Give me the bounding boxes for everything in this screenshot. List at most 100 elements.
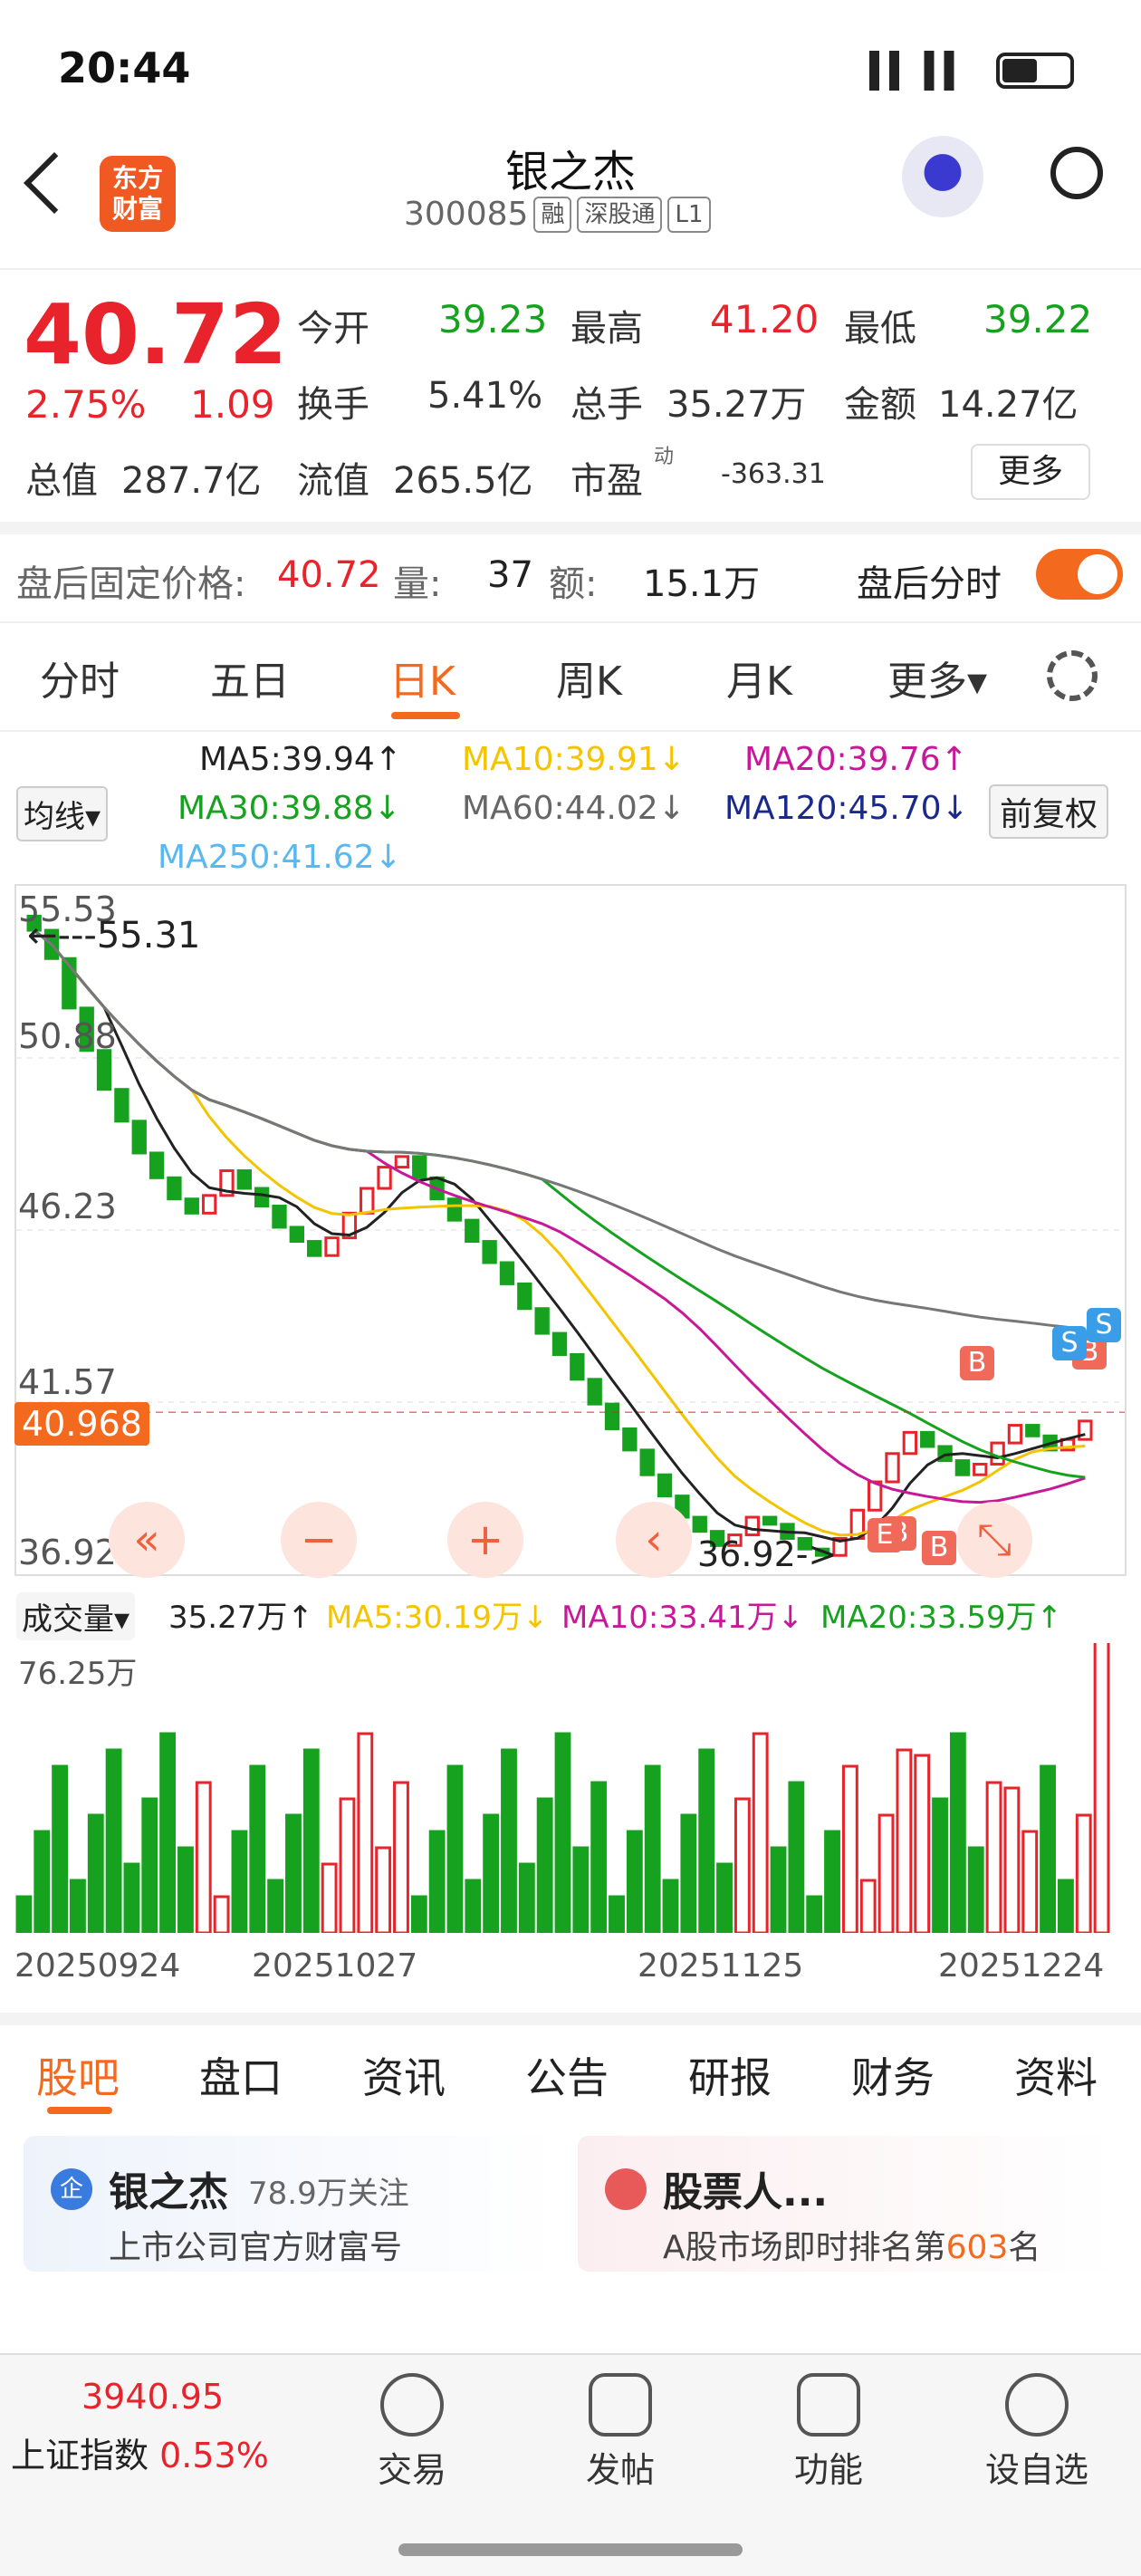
y-tick-4: 41.57	[18, 1362, 117, 1402]
high-value: 41.20	[710, 297, 820, 341]
candle	[534, 1307, 550, 1335]
x-date-2: 20251027	[252, 1947, 418, 1985]
tab-active-underline	[391, 712, 460, 719]
after-hours-vol-label: 量:	[393, 563, 442, 605]
candle	[254, 1187, 270, 1208]
volume-bar	[841, 1764, 858, 1935]
section-news[interactable]: 资讯	[362, 2045, 446, 2105]
more-button[interactable]: 更多	[971, 444, 1090, 500]
volume-bar	[896, 1748, 913, 1935]
section-profile[interactable]: 资料	[1014, 2045, 1098, 2105]
ma5-legend: MA5:39.94↑	[199, 741, 402, 778]
volume-bar	[609, 1895, 625, 1935]
ranking-card[interactable]: 股票人... A股市场即时排名第603名	[578, 2136, 1117, 2272]
y-tick-3: 46.23	[18, 1187, 117, 1226]
volume-bar	[393, 1781, 409, 1935]
candle	[201, 1194, 217, 1215]
vol-ma10-legend: MA10:33.41万↓	[561, 1600, 804, 1636]
volume-bar	[15, 1895, 33, 1935]
company-card[interactable]: 企 银之杰 78.9万关注 上市公司官方财富号	[24, 2136, 563, 2272]
y-tick-5: 36.92	[18, 1533, 117, 1572]
zoom-in-button[interactable]: +	[447, 1502, 523, 1578]
ma10-legend: MA10:39.91↓	[462, 741, 686, 778]
prev-button[interactable]: ‹	[616, 1502, 692, 1578]
tab-5day[interactable]: 五日	[210, 649, 290, 706]
volume-chart[interactable]	[14, 1639, 1127, 1935]
tab-more[interactable]: 更多▾	[887, 649, 987, 706]
candle	[499, 1261, 515, 1285]
float-cap-value: 265.5亿	[393, 460, 533, 502]
settings-gear-icon[interactable]	[1047, 650, 1098, 701]
volume-total: 35.27万↑	[168, 1600, 313, 1636]
nav-functions[interactable]: 功能	[779, 2373, 878, 2492]
volume-bar	[1075, 1813, 1092, 1935]
tag-level: L1	[667, 196, 711, 233]
candle	[482, 1240, 497, 1264]
stock-code: 300085	[404, 196, 529, 233]
candle	[1007, 1424, 1023, 1445]
volume-bar	[698, 1748, 715, 1935]
tab-daily-k[interactable]: 日K	[389, 649, 455, 706]
expand-button[interactable]: ⤡	[956, 1502, 1032, 1578]
high-label: 最高	[570, 308, 643, 350]
candle	[920, 1430, 935, 1448]
section-finance[interactable]: 财务	[851, 2045, 935, 2105]
after-hours-toggle[interactable]	[1036, 549, 1123, 600]
after-hours-amt-label: 额:	[549, 563, 598, 605]
turnover-value: 5.41%	[427, 375, 543, 417]
candle	[587, 1378, 602, 1406]
ranking-text-b: 名	[1008, 2229, 1041, 2266]
volume-bar	[734, 1797, 751, 1935]
tab-intraday[interactable]: 分时	[40, 649, 120, 706]
candle	[657, 1473, 673, 1498]
amount-label: 金额	[844, 384, 916, 426]
candle	[622, 1427, 638, 1452]
pe-value: -363.31	[721, 458, 826, 490]
ma20-legend: MA20:39.76↑	[744, 741, 968, 778]
volume-bar	[410, 1895, 427, 1935]
tab-monthly-k[interactable]: 月K	[726, 649, 792, 706]
kline-chart[interactable]	[14, 884, 1127, 1576]
section-notice[interactable]: 公告	[525, 2045, 609, 2105]
index-row[interactable]: 上证指数 0.53%	[11, 2427, 269, 2477]
robot-avatar-icon[interactable]	[902, 136, 983, 217]
volume-bar	[1040, 1764, 1056, 1935]
nav-post[interactable]: 发帖	[570, 2373, 670, 2492]
volume-bar	[285, 1813, 302, 1935]
volume-bar	[770, 1846, 787, 1935]
pe-sup: 动	[654, 446, 675, 468]
after-hours-price-label: 盘后固定价格:	[16, 563, 246, 605]
kline-svg	[16, 914, 1125, 1557]
yuan-icon	[380, 2373, 444, 2437]
company-card-title: 银之杰	[109, 2169, 228, 2216]
search-icon[interactable]	[1050, 147, 1103, 199]
volume-selector[interactable]: 成交量▾	[16, 1592, 136, 1640]
zoom-out-button[interactable]: −	[281, 1502, 357, 1578]
candle	[131, 1120, 147, 1155]
section-report[interactable]: 研报	[688, 2045, 772, 2105]
adjust-button[interactable]: 前复权	[989, 784, 1109, 839]
volume-bar	[554, 1732, 571, 1935]
volume-bar	[824, 1830, 840, 1935]
section-guba[interactable]: 股吧	[36, 2045, 120, 2105]
volume-bar	[70, 1879, 86, 1935]
nav-add-watch[interactable]: 设自选	[978, 2373, 1096, 2492]
signal-b-icon: B	[960, 1346, 994, 1380]
candle	[902, 1430, 918, 1456]
nav-trade[interactable]: 交易	[362, 2373, 462, 2492]
low-marker-value: 36.92	[697, 1534, 796, 1574]
candle	[465, 1218, 480, 1244]
ranking-value: 603	[945, 2229, 1009, 2266]
ma-selector[interactable]: 均线▾	[16, 786, 109, 841]
volume-bar	[465, 1879, 482, 1935]
volume-bar	[626, 1830, 643, 1935]
scroll-left-button[interactable]: «	[109, 1502, 185, 1578]
amount-value: 14.27亿	[938, 384, 1079, 426]
candle	[236, 1168, 252, 1190]
section-pankou[interactable]: 盘口	[199, 2045, 283, 2105]
candle	[360, 1187, 375, 1215]
tab-weekly-k[interactable]: 周K	[556, 649, 622, 706]
volume-svg	[15, 1639, 1110, 1935]
volume-bar	[662, 1879, 679, 1935]
volume-bar	[949, 1732, 966, 1935]
